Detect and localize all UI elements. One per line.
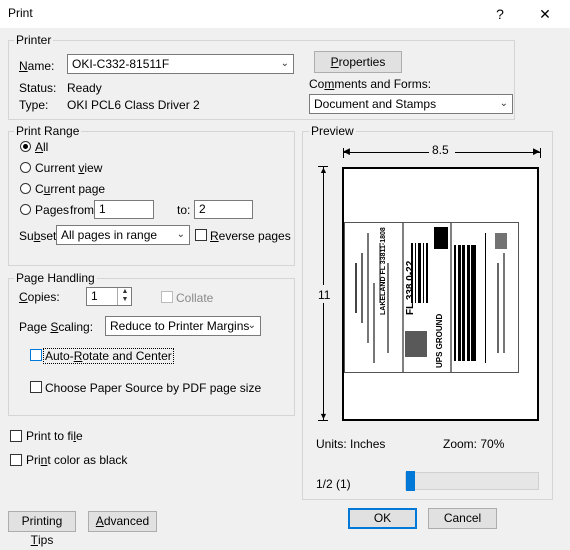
dim-line-left [344,152,429,153]
status-value: Ready [67,81,102,95]
window-title: Print [8,6,33,20]
printer-group-label: Printer [14,33,54,47]
comments-value: Document and Stamps [314,97,437,111]
comments-select[interactable]: Document and Stamps ⌄ [309,94,513,114]
dim-line-bottom [323,303,324,420]
printer-name-label: Name: [19,59,55,73]
radio-current-page-label: Current page [35,182,106,196]
chevron-down-icon: ⌄ [247,320,256,331]
copies-stepper[interactable]: ▲ ▼ [117,288,132,305]
page-indicator: 1/2 (1) [316,477,351,491]
print-color-black-label: Print color as black [26,453,128,467]
subset-label: Subset: [19,229,60,243]
reverse-pages-checkbox[interactable] [195,229,207,241]
comments-label: Comments and Forms: [309,77,432,91]
shipping-label-graphic [355,223,507,372]
label-routing-text: FL 338 0-22 [405,260,416,315]
label-city-text: LAKELAND FL 33811-1808 [380,227,387,315]
paper-source-checkbox[interactable] [30,381,42,393]
ok-button[interactable]: OK [348,508,417,529]
zoom-label: Zoom: 70% [443,437,505,451]
height-dimension: 11 [318,288,331,302]
printer-name-select[interactable]: OKI-C332-81511F ⌄ [67,54,294,74]
page-scaling-select[interactable]: Reduce to Printer Margins ⌄ [105,316,261,336]
chevron-down-icon: ⌄ [499,98,508,109]
copies-value: 1 [91,289,98,303]
radio-pages[interactable] [20,204,31,215]
printing-tips-button[interactable]: Printing Tips [8,511,76,547]
type-value: OKI PCL6 Class Driver 2 [67,98,200,112]
subset-value: All pages in range [61,228,158,242]
to-input[interactable]: 2 [194,200,253,219]
help-button[interactable]: ? [480,2,520,26]
page-slider-track[interactable] [405,472,539,490]
page-slider-thumb[interactable] [406,471,415,491]
printer-name-value: OKI-C332-81511F [72,57,170,71]
preview-group-label: Preview [309,124,356,138]
status-label: Status: [19,81,57,95]
width-dimension: 8.5 [432,143,449,157]
from-input[interactable]: 1 [94,200,154,219]
radio-current-page[interactable] [20,183,31,194]
chevron-down-icon: ⌄ [280,58,289,69]
print-to-file-checkbox[interactable] [10,430,22,442]
units-label: Units: Inches [316,437,386,451]
paper-source-label: Choose Paper Source by PDF page size [45,381,262,395]
radio-all[interactable] [20,141,31,152]
page-scaling-label: Page Scaling: [19,320,94,334]
print-color-black-checkbox[interactable] [10,454,22,466]
arrow-left-icon: ◀ [343,146,350,156]
collate-checkbox[interactable] [161,291,173,303]
advanced-button[interactable]: Advanced [88,511,157,532]
auto-rotate-label: Auto-Rotate and Center [43,348,174,364]
label-service-text: UPS GROUND [435,313,444,368]
page-scaling-value: Reduce to Printer Margins [110,319,250,333]
to-label: to: [177,203,191,217]
shipping-label-preview: LAKELAND FL 33811-1808 FL 338 0-22 UPS G… [344,222,519,373]
dim-line-right [455,152,540,153]
cancel-button[interactable]: Cancel [428,508,497,529]
subset-select[interactable]: All pages in range ⌄ [56,225,190,245]
collate-label: Collate [176,291,214,305]
radio-current-view[interactable] [20,162,31,173]
page-handling-group-label: Page Handling [14,271,97,285]
radio-pages-label: Pages [35,203,70,217]
auto-rotate-checkbox[interactable] [30,349,42,361]
print-range-group [8,131,295,266]
dim-line-top [323,167,324,285]
properties-button[interactable]: Properties [314,51,402,73]
arrow-right-icon: ▶ [533,146,540,156]
dim-tick-right [540,148,541,158]
close-button[interactable]: ✕ [525,2,565,26]
radio-current-view-label: Current view [35,161,103,175]
chevron-down-icon: ⌄ [176,229,185,240]
reverse-pages-label: Reverse pages [210,229,291,243]
print-to-file-label: Print to file [26,429,83,443]
copies-label: Copies: [19,290,60,304]
type-label: Type: [19,98,49,112]
print-range-group-label: Print Range [14,124,82,138]
arrow-down-icon: ▼ [319,411,328,421]
arrow-up-icon: ▲ [319,165,328,175]
radio-all-label: All [35,140,49,154]
